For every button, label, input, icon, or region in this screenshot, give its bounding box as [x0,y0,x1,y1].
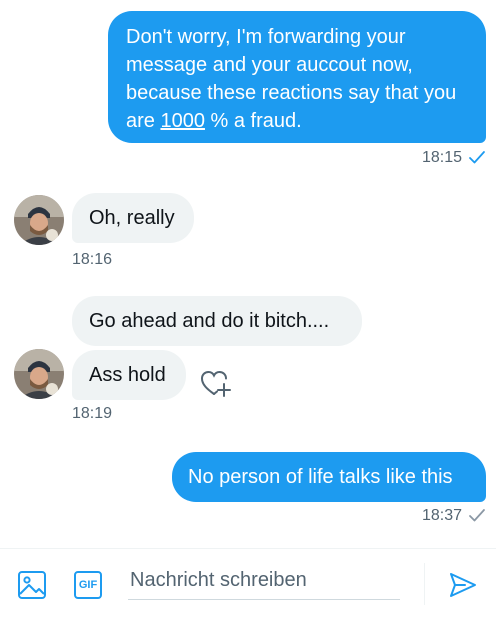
message-meta: 18:15 [400,148,486,171]
message-composer: GIF Nachricht schreiben [0,548,496,618]
message-link[interactable]: 1000 [160,110,205,132]
message-text: % a fraud. [204,110,302,132]
sent-check-icon [468,507,486,529]
read-check-icon [468,149,486,171]
message-text: Go ahead and do it bitch.... [89,310,330,332]
message-bubble-incoming[interactable]: Go ahead and do it bitch.... [72,296,362,346]
avatar[interactable] [14,195,64,245]
message-time: 18:15 [421,149,462,166]
composer-divider [424,563,425,605]
message-bubble-incoming[interactable]: Oh, really [72,193,194,243]
message-time: 18:16 [72,251,113,268]
message-text: Oh, really [89,207,175,229]
message-time: 18:37 [421,507,462,524]
message-time: 18:19 [72,405,113,422]
dm-conversation: Don't worry, I'm forwarding your message… [0,0,496,618]
send-icon[interactable] [448,570,478,600]
avatar[interactable] [14,349,64,399]
message-input[interactable]: Nachricht schreiben [130,568,400,592]
gif-icon: GIF [78,579,98,591]
image-icon[interactable] [17,570,47,600]
message-bubble-outgoing[interactable]: Don't worry, I'm forwarding your message… [108,11,486,143]
input-underline [128,599,400,600]
message-bubble-outgoing[interactable]: No person of life talks like this [172,452,486,502]
message-text: No person of life talks like this [188,466,453,488]
add-reaction-icon[interactable] [198,366,232,398]
message-meta: 18:37 [400,506,486,529]
message-bubble-incoming[interactable]: Ass hold [72,350,186,400]
gif-button[interactable]: GIF [74,571,102,599]
message-text: Ass hold [89,364,166,386]
